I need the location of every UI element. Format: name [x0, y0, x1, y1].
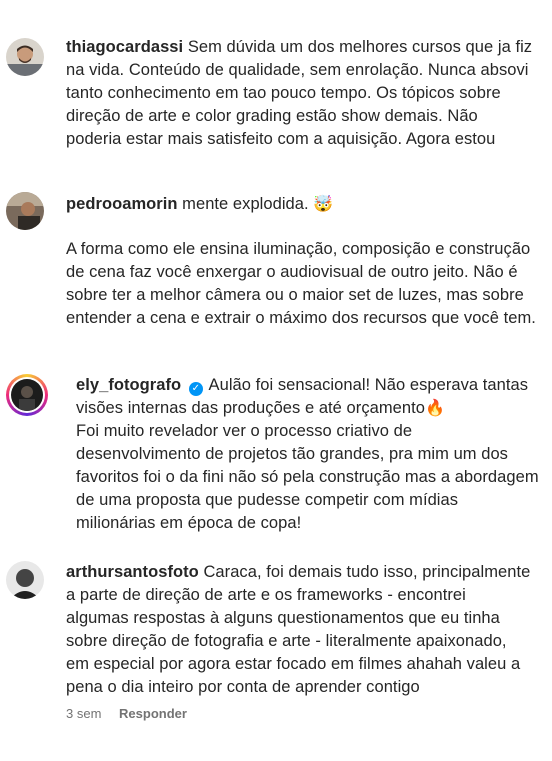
- comment-text: Sem dúvida um dos melhores cursos que ja…: [187, 38, 533, 56]
- user-photo-icon: [11, 379, 43, 411]
- comment-text: de uma proposta que pudesse competir com…: [76, 491, 459, 509]
- comment-username[interactable]: thiagocardassi: [66, 38, 183, 56]
- comment-text: A forma como ele ensina iluminação, comp…: [66, 240, 531, 258]
- comment-text: Caraca, foi demais tudo isso, principalm…: [203, 563, 531, 581]
- comment-text: mente explodida.: [182, 195, 309, 213]
- reply-button[interactable]: Responder: [119, 706, 187, 721]
- comment-text: visões internas das produções e até orça…: [76, 399, 425, 417]
- comment-username[interactable]: pedrooamorin: [66, 195, 178, 213]
- comment-text: tanto conhecimento em tao pouco tempo. O…: [66, 84, 501, 102]
- fire-icon: 🔥: [424, 400, 445, 417]
- comment-username[interactable]: arthursantosfoto: [66, 563, 199, 581]
- comment-text: na vida. Conteúdo de qualidade, sem enro…: [66, 61, 529, 79]
- avatar[interactable]: [6, 561, 44, 599]
- comment-text: poderia estar mais satisfeito com a aqui…: [66, 130, 496, 148]
- comment-text: favoritos foi o da fini não só pela cons…: [76, 468, 539, 486]
- exploding-head-icon: 🤯: [313, 196, 334, 213]
- verified-badge-icon: ✓: [188, 382, 203, 396]
- avatar: [11, 379, 43, 411]
- comment-text: desenvolvimento de projetos tão grandes,…: [76, 445, 508, 463]
- comment-text: a parte de direção de arte e os framewor…: [66, 586, 466, 604]
- comment-meta: 3 sem Responder: [66, 706, 201, 721]
- comment-text: milionárias em época de copa!: [76, 514, 302, 532]
- user-photo-icon: [6, 192, 44, 230]
- comment-text: sobre ter a melhor câmera ou o maior set…: [66, 286, 524, 304]
- comment-text: algumas respostas à alguns questionament…: [66, 609, 500, 627]
- comment-text: pena o dia inteiro por conta de aprender…: [66, 678, 420, 696]
- comment-text: direção de arte e color grading estão sh…: [66, 107, 478, 125]
- story-ring-avatar[interactable]: [6, 374, 48, 416]
- comment-text: em especial por agora estar focado em fi…: [66, 655, 521, 673]
- comment-text: Aulão foi sensacional! Não esperava tant…: [208, 376, 529, 394]
- avatar[interactable]: [6, 38, 44, 76]
- comment-text: Foi muito revelador ver o processo criat…: [76, 422, 413, 440]
- comment-text: de cena faz você enxergar o audiovisual …: [66, 263, 518, 281]
- avatar[interactable]: [6, 192, 44, 230]
- comment-text: entender a cena e extrair o máximo dos r…: [66, 309, 536, 327]
- comment-timestamp: 3 sem: [66, 706, 102, 721]
- comment-username[interactable]: ely_fotografo: [76, 376, 181, 394]
- comment-text: sobre direção de fotografia e arte - lit…: [66, 632, 507, 650]
- user-photo-icon: [6, 38, 44, 76]
- user-photo-icon: [6, 561, 44, 599]
